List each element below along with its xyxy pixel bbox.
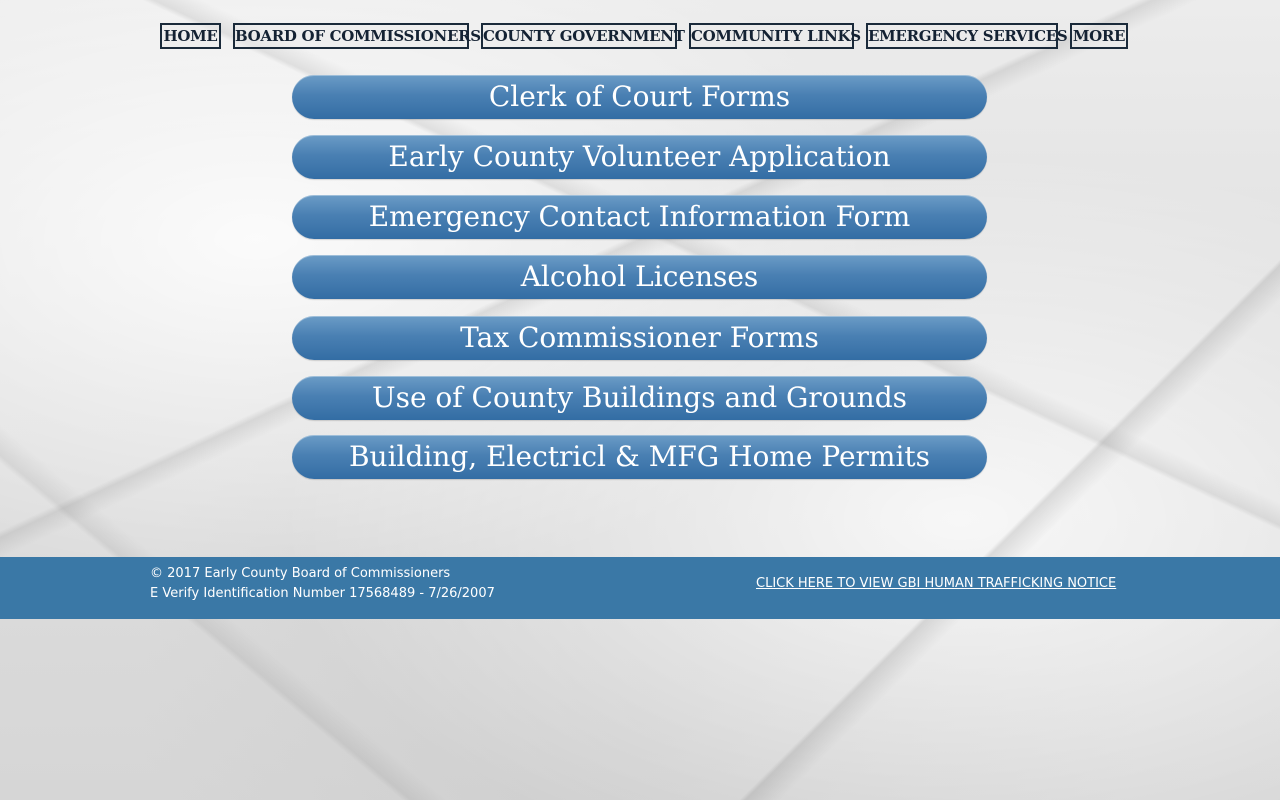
nav-board-of-commissioners[interactable]: BOARD OF COMMISSIONERS	[233, 23, 481, 49]
county-buildings-grounds-button[interactable]: Use of County Buildings and Grounds	[292, 376, 987, 420]
building-permits-button[interactable]: Building, Electricl & MFG Home Permits	[292, 435, 987, 479]
footer-info: © 2017 Early County Board of Commissione…	[150, 564, 495, 604]
nav-home[interactable]: HOME	[160, 23, 221, 49]
tax-commissioner-forms-button[interactable]: Tax Commissioner Forms	[292, 316, 987, 360]
nav-community-links[interactable]: COMMUNITY LINKS	[689, 23, 861, 49]
nav-emergency-services[interactable]: EMERGENCY SERVICES	[866, 23, 1068, 49]
gbi-trafficking-notice-link[interactable]: CLICK HERE TO VIEW GBI HUMAN TRAFFICKING…	[756, 576, 1116, 591]
volunteer-application-button[interactable]: Early County Volunteer Application	[292, 135, 987, 179]
copyright-text: © 2017 Early County Board of Commissione…	[150, 566, 451, 581]
main-nav: HOME BOARD OF COMMISSIONERS COUNTY GOVER…	[160, 23, 1130, 49]
clerk-of-court-forms-button[interactable]: Clerk of Court Forms	[292, 75, 987, 119]
footer: © 2017 Early County Board of Commissione…	[0, 557, 1280, 619]
emergency-contact-form-button[interactable]: Emergency Contact Information Form	[292, 195, 987, 239]
nav-more[interactable]: MORE	[1070, 23, 1128, 49]
nav-county-government[interactable]: COUNTY GOVERNMENT	[481, 23, 685, 49]
alcohol-licenses-button[interactable]: Alcohol Licenses	[292, 255, 987, 299]
everify-text: E Verify Identification Number 17568489 …	[150, 586, 495, 601]
